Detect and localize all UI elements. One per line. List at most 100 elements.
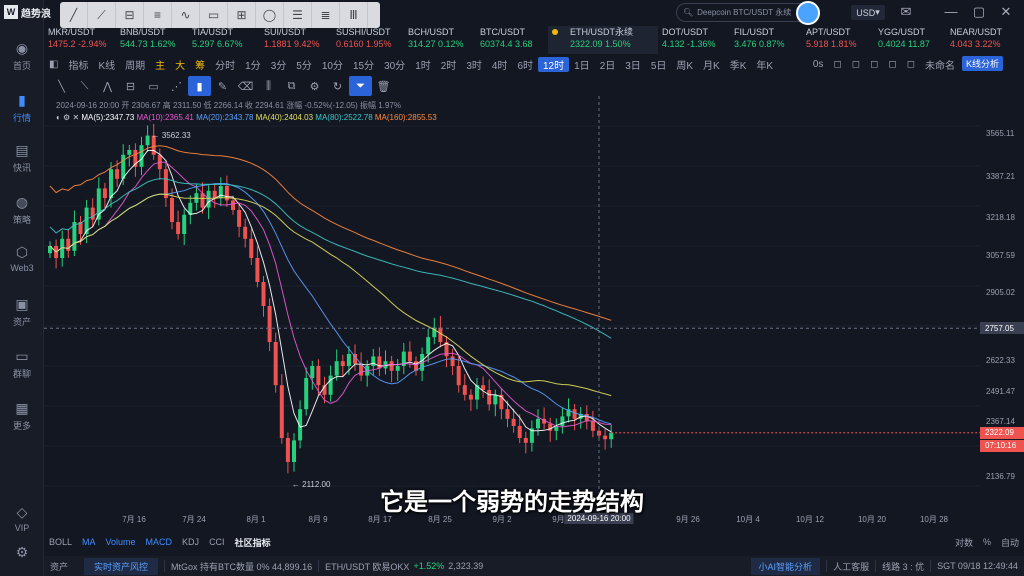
interval-周期[interactable]: 周期 <box>120 57 150 72</box>
indicator-type-筹[interactable]: 筹 <box>190 57 210 72</box>
mail-icon[interactable]: ✉ <box>897 4 915 20</box>
candlestick-chart[interactable]: ← 3562.33← 2112.00 <box>44 96 980 516</box>
indicator-type-大[interactable]: 大 <box>170 57 190 72</box>
ticker-item[interactable]: BCH/USDT 314.27 0.12% <box>404 26 476 54</box>
line-tool-icon[interactable]: ╱ <box>60 2 88 28</box>
sidebar-item-群聊[interactable]: ▭ 群聊 <box>0 348 44 380</box>
interval-指标[interactable]: 指标 <box>63 57 93 72</box>
settings-icon[interactable]: ⚙ <box>0 544 44 561</box>
ticker-item[interactable]: APT/USDT 5.918 1.81% <box>802 26 874 54</box>
interval-10分[interactable]: 10分 <box>317 57 348 72</box>
interval-6时[interactable]: 6时 <box>512 57 538 72</box>
refresh-icon[interactable]: ↻ <box>326 76 349 96</box>
ticker-item[interactable]: ETH/USDT永续 2322.09 1.50% <box>548 26 658 54</box>
ticker-item[interactable]: DOT/USDT 4.132 -1.36% <box>658 26 730 54</box>
axis-mode-0[interactable]: 对数 <box>950 536 978 549</box>
interval-K线[interactable]: K线 <box>93 57 120 72</box>
eye-icon[interactable]: ◐ ⚙ ✕ <box>56 113 81 122</box>
ticker-item[interactable]: TIA/USDT 5.297 6.67% <box>188 26 260 54</box>
copy-icon[interactable]: ⧉ <box>280 76 303 96</box>
interval-分时[interactable]: 分时 <box>210 57 240 72</box>
camera-icon[interactable]: ◻ <box>828 59 846 70</box>
sidebar-item-快讯[interactable]: ▤ 快讯 <box>0 142 44 174</box>
risk-button[interactable]: 实时资产风控 <box>84 557 159 575</box>
brush-tool-icon[interactable]: ≣ <box>312 2 340 28</box>
minimize-icon[interactable]: — <box>942 4 960 20</box>
interval-12时[interactable]: 12时 <box>538 56 570 72</box>
kline-analysis-button[interactable]: K线分析 <box>962 56 1004 71</box>
rect-icon[interactable]: ▭ <box>142 76 165 96</box>
sidebar-item-首页[interactable]: ◉ 首页 <box>0 40 44 72</box>
sidebar-item-资产[interactable]: ▣ 资产 <box>0 296 44 328</box>
filter-icon[interactable]: ⏷ <box>349 76 372 96</box>
ticker-item[interactable]: FIL/USDT 3.476 0.87% <box>730 26 802 54</box>
fib-tool-icon[interactable]: ☰ <box>284 2 312 28</box>
settings-icon[interactable]: ◻ <box>902 59 920 70</box>
candle-icon[interactable]: ⫼ <box>257 76 280 96</box>
indicator-tab-社区指标[interactable]: 社区指标 <box>230 536 276 549</box>
currency-select[interactable]: USD ▾ <box>851 5 885 20</box>
ai-analysis-button[interactable]: 小AI智能分析 <box>750 557 821 575</box>
bookmark-icon[interactable]: ▮ <box>188 76 211 96</box>
parallel-tool-icon[interactable]: ≡ <box>144 2 172 28</box>
indicator-tab-MA[interactable]: MA <box>77 537 101 547</box>
wave-tool-icon[interactable]: ∿ <box>172 2 200 28</box>
interval-3日[interactable]: 3日 <box>620 57 646 72</box>
hline-tool-icon[interactable]: ⊟ <box>116 2 144 28</box>
extend-line-icon[interactable]: ⟍ <box>73 76 96 96</box>
avatar[interactable] <box>796 1 820 25</box>
interval-1分[interactable]: 1分 <box>240 57 266 72</box>
measure-icon[interactable]: ⊟ <box>119 76 142 96</box>
indicator-tab-CCI[interactable]: CCI <box>204 537 230 547</box>
ticker-item[interactable]: YGG/USDT 0.4024 11.87 <box>874 26 946 54</box>
collapse-icon[interactable]: ◧ <box>44 59 63 70</box>
interval-15分[interactable]: 15分 <box>348 57 379 72</box>
text-tool-icon[interactable]: Ⅲ <box>340 2 368 28</box>
trend-line-icon[interactable]: ╲ <box>50 76 73 96</box>
sidebar-item-Web3[interactable]: ⬡ Web3 <box>0 244 44 273</box>
pattern-icon[interactable]: ⋀ <box>96 76 119 96</box>
interval-年K[interactable]: 年K <box>751 57 778 72</box>
axis-mode-2[interactable]: 自动 <box>996 536 1024 549</box>
interval-周K[interactable]: 周K <box>671 57 698 72</box>
interval-3分[interactable]: 3分 <box>266 57 292 72</box>
clock-icon[interactable]: ◻ <box>847 59 865 70</box>
trash-icon[interactable]: 🗑︎ <box>372 76 395 96</box>
grid-layout-icon[interactable]: ◻ <box>883 59 901 70</box>
sidebar-item-更多[interactable]: ▦ 更多 <box>0 400 44 432</box>
cross-tool-icon[interactable]: ⊞ <box>228 2 256 28</box>
sidebar-item-策略[interactable]: ◍ 策略 <box>0 194 44 226</box>
ticker-item[interactable]: NEAR/USDT 4.043 3.22% <box>946 26 1018 54</box>
interval-2时[interactable]: 2时 <box>436 57 462 72</box>
interval-1日[interactable]: 1日 <box>569 57 595 72</box>
ticker-item[interactable]: SUSHI/USDT 0.6160 1.95% <box>332 26 404 54</box>
sidebar-item-行情[interactable]: ▮ 行情 <box>0 92 44 124</box>
fib-icon[interactable]: ⋰ <box>165 76 188 96</box>
indicator-tab-KDJ[interactable]: KDJ <box>177 537 204 547</box>
gear-icon[interactable]: ⚙ <box>303 76 326 96</box>
rect-tool-icon[interactable]: ▭ <box>200 2 228 28</box>
layout-name[interactable]: 未命名 <box>920 57 960 72</box>
interval-季K[interactable]: 季K <box>725 57 752 72</box>
indicator-tab-BOLL[interactable]: BOLL <box>44 537 77 547</box>
indicator-tab-MACD[interactable]: MACD <box>141 537 178 547</box>
eraser-icon[interactable]: ⌫ <box>234 76 257 96</box>
interval-2日[interactable]: 2日 <box>595 57 621 72</box>
interval-3时[interactable]: 3时 <box>461 57 487 72</box>
ray-tool-icon[interactable]: ⟋ <box>88 2 116 28</box>
ellipse-tool-icon[interactable]: ◯ <box>256 2 284 28</box>
axis-mode-1[interactable]: % <box>978 537 996 547</box>
pencil-icon[interactable]: ✎ <box>211 76 234 96</box>
price-axis[interactable]: 3565.11 3387.21 3218.18 3057.59 2905.02 2622.… <box>980 96 1024 516</box>
asset-label[interactable]: 资产 <box>44 560 74 573</box>
close-icon[interactable]: ✕ <box>997 4 1015 20</box>
indicator-type-主[interactable]: 主 <box>150 57 170 72</box>
ticker-item[interactable]: MKR/USDT 1475.2 -2.94% <box>44 26 116 54</box>
interval-1时[interactable]: 1时 <box>410 57 436 72</box>
indicator-tab-Volume[interactable]: Volume <box>101 537 141 547</box>
interval-30分[interactable]: 30分 <box>379 57 410 72</box>
maximize-icon[interactable]: ▢ <box>970 4 988 20</box>
ticker-item[interactable]: SUI/USDT 1.1881 9.42% <box>260 26 332 54</box>
ticker-seconds[interactable]: 0s <box>808 59 829 70</box>
ticker-item[interactable]: BTC/USDT 60374.4 3.68 <box>476 26 548 54</box>
